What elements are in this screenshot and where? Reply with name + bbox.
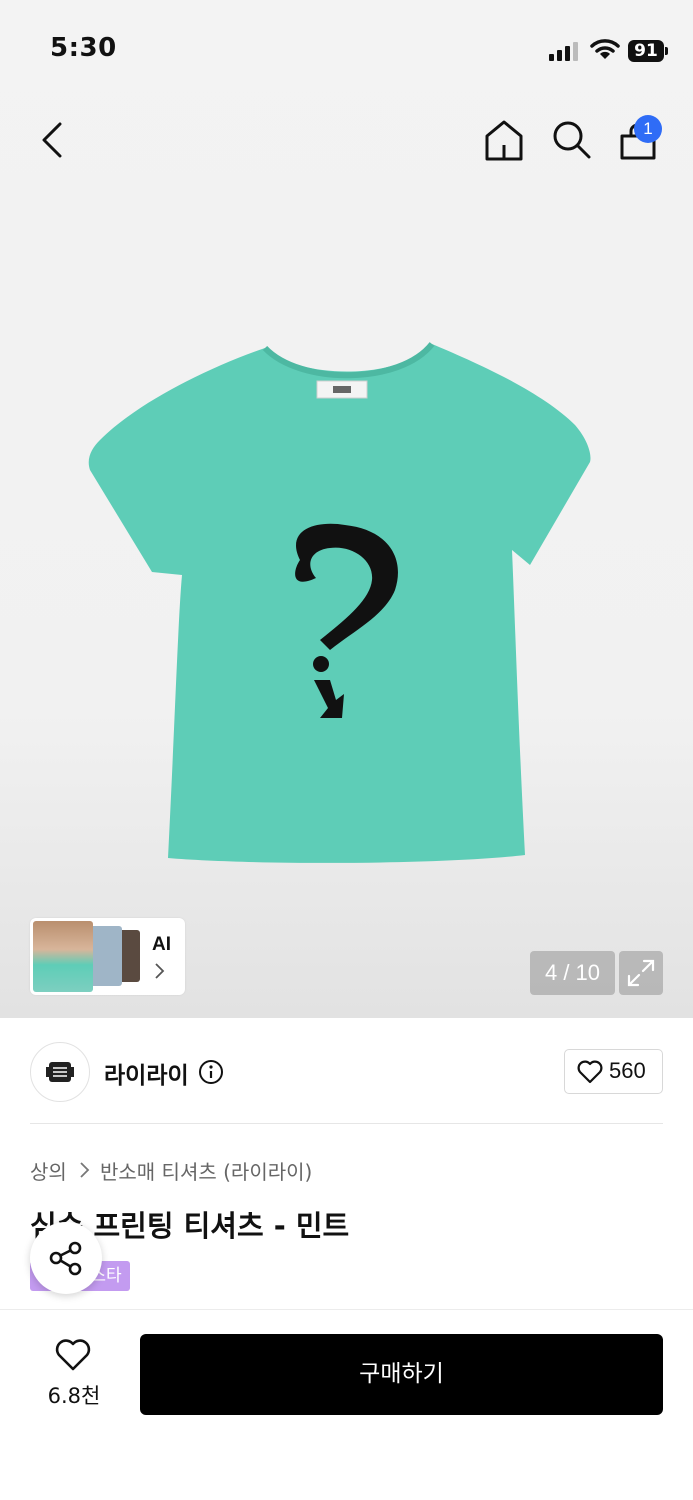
cart-count-badge: 1 bbox=[634, 115, 662, 143]
battery-indicator: 91 bbox=[628, 40, 664, 62]
info-icon[interactable] bbox=[198, 1059, 224, 1085]
brand-emblem-icon bbox=[46, 1062, 74, 1082]
wishlist-count: 6.8천 bbox=[47, 1384, 101, 1408]
bottom-bar-divider bbox=[0, 1309, 693, 1310]
expand-button[interactable] bbox=[619, 951, 663, 995]
ai-label: AI bbox=[152, 934, 171, 955]
expand-icon bbox=[627, 959, 655, 987]
heart-outline-icon bbox=[577, 1060, 603, 1084]
ai-thumbnail-2 bbox=[90, 926, 122, 986]
breadcrumb-category[interactable]: 상의 bbox=[30, 1156, 67, 1185]
ai-styling-card[interactable]: AI bbox=[30, 918, 185, 995]
divider bbox=[30, 1123, 663, 1124]
brand-logo[interactable] bbox=[30, 1042, 90, 1102]
share-icon bbox=[49, 1241, 82, 1276]
ai-thumbnail-1 bbox=[33, 921, 93, 992]
brand-like-button[interactable]: 560 bbox=[564, 1049, 663, 1094]
home-icon[interactable] bbox=[484, 119, 524, 161]
chevron-right-icon bbox=[155, 963, 165, 979]
brand-like-count: 560 bbox=[609, 1058, 646, 1083]
back-icon[interactable] bbox=[40, 122, 64, 158]
brand-name[interactable]: 라이라이 bbox=[104, 1056, 189, 1090]
wishlist-heart-icon[interactable] bbox=[54, 1338, 92, 1372]
breadcrumb-chevron-icon bbox=[80, 1162, 90, 1178]
breadcrumb-subcategory[interactable]: 반소매 티셔츠 (라이라이) bbox=[100, 1156, 312, 1185]
cellular-signal-icon bbox=[549, 42, 581, 61]
image-counter: 4 / 10 bbox=[530, 951, 615, 995]
search-icon[interactable] bbox=[552, 120, 592, 160]
status-time: 5:30 bbox=[50, 33, 117, 63]
wifi-icon bbox=[590, 39, 620, 59]
buy-button[interactable]: 구매하기 bbox=[140, 1334, 663, 1415]
share-button[interactable] bbox=[30, 1222, 102, 1294]
battery-tip-icon bbox=[665, 47, 668, 55]
